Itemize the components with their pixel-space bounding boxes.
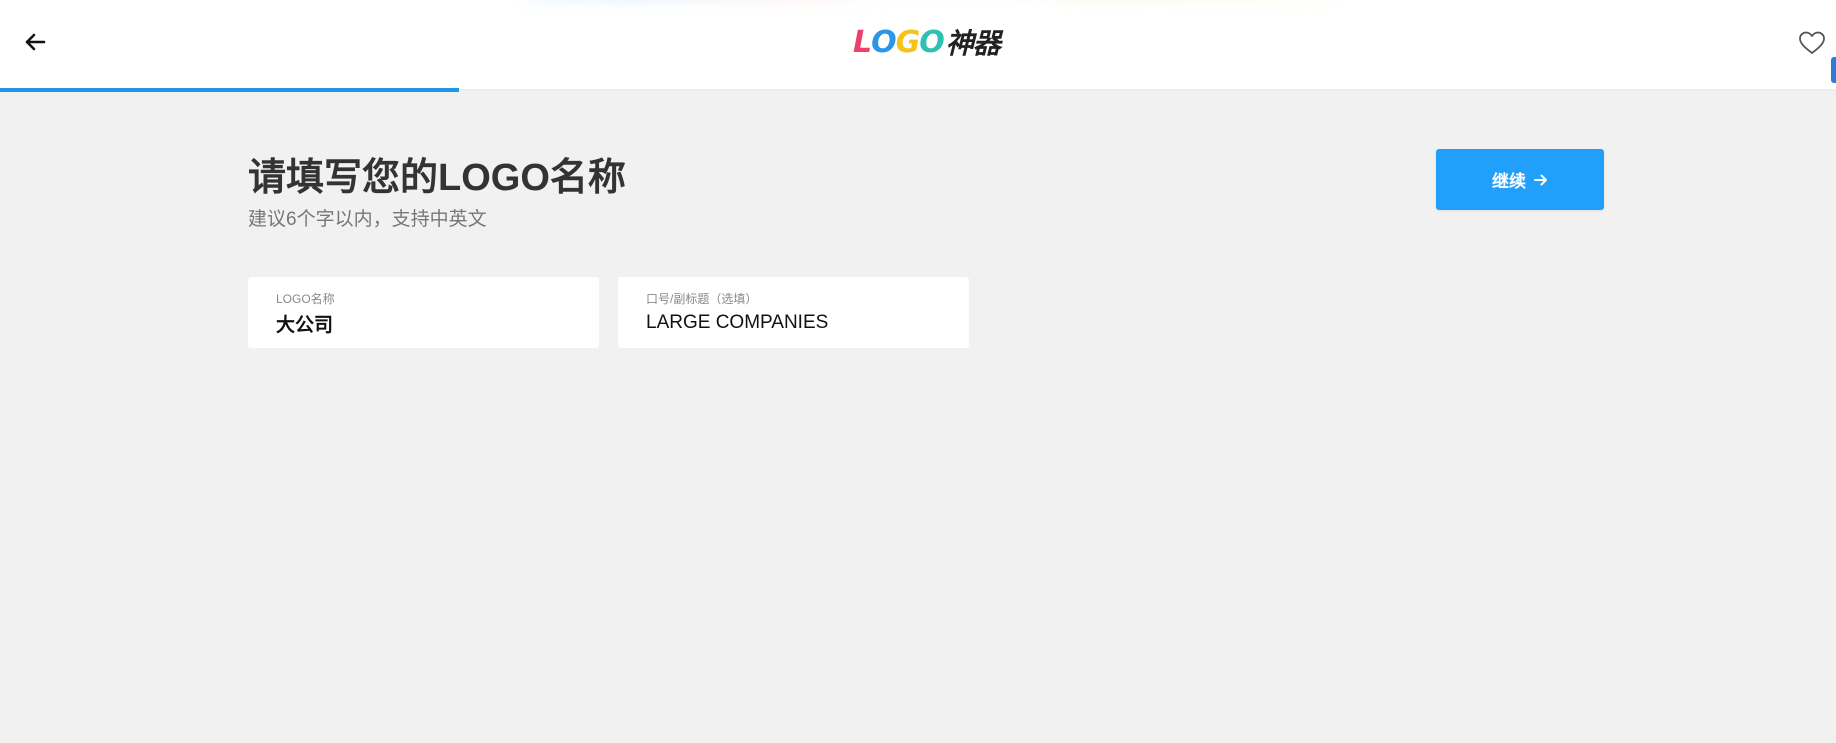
slogan-input[interactable] (646, 309, 946, 337)
back-button[interactable] (20, 29, 50, 59)
progress-bar-fill (0, 88, 459, 92)
arrow-right-icon (1534, 174, 1548, 186)
logo-name-label: LOGO名称 (276, 292, 335, 306)
logo-name-input[interactable] (276, 309, 576, 337)
top-bar: L O G O 神器 (0, 0, 1836, 89)
slogan-field[interactable]: 口号/副标题（选填） (618, 277, 969, 348)
arrow-left-icon (24, 33, 46, 56)
progress-bar (0, 88, 1836, 92)
continue-label: 继续 (1492, 172, 1526, 191)
page-title: 请填写您的LOGO名称 (248, 157, 626, 199)
logo-name-field[interactable]: LOGO名称 (248, 277, 599, 348)
logo: L O G O 神器 (853, 24, 1001, 61)
slogan-label: 口号/副标题（选填） (646, 292, 758, 306)
side-feedback-tab[interactable] (1831, 57, 1836, 83)
heart-icon (1798, 31, 1826, 60)
page-subtitle: 建议6个字以内，支持中英文 (248, 209, 487, 230)
continue-button[interactable]: 继续 (1436, 149, 1604, 210)
favorite-button[interactable] (1798, 30, 1828, 58)
